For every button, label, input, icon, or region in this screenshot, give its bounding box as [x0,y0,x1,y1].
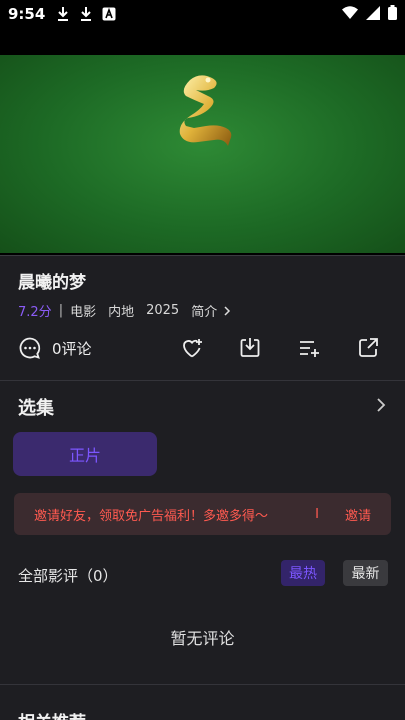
invite-banner[interactable]: 邀请好友，领取免广告福利！多邀多得～ I 邀请 [14,493,391,535]
empty-reviews-text: 暂无评论 [170,629,235,648]
invite-text: 邀请好友，领取免广告福利！多邀多得～ [34,508,269,524]
movie-meta: 7.2分 | 电影 内地 2025 简介 [18,301,233,320]
app-badge-icon [101,6,117,22]
dragon-logo [179,75,232,146]
comment-icon [19,337,41,359]
wifi-icon [342,5,358,24]
comments-button[interactable]: 0评论 [18,334,92,362]
movie-genre: 电影 [70,305,97,320]
download-icon [78,6,94,22]
signal-icon [366,5,380,24]
status-time: 9:54 [8,5,46,23]
meta-separator: | [58,303,64,318]
tab-newest[interactable]: 最新 [343,560,388,586]
movie-info: 晨曦的梦 7.2分 | 电影 内地 2025 简介 0评论 [0,255,405,380]
download-button[interactable] [238,334,262,362]
divider [0,684,405,685]
share-icon [359,338,378,357]
download-icon [55,6,71,22]
status-bar: 9:54 [0,0,405,28]
invite-link[interactable]: 邀请 [345,505,371,524]
divider [0,380,405,381]
related-title: 相关推荐 [18,708,86,720]
download-icon [240,338,260,357]
movie-year: 2025 [146,303,180,318]
video-player[interactable] [0,28,405,255]
action-bar: 0评论 [0,334,405,370]
episodes-title: 选集 [18,398,54,419]
add-to-list-button[interactable] [297,334,321,362]
intro-label: 简介 [191,305,218,320]
chevron-right-icon [224,305,231,316]
chevron-right-icon[interactable] [372,396,390,414]
reviews-title: 全部影评（0） [18,567,118,585]
comments-count: 0评论 [52,339,92,358]
tab-hottest[interactable]: 最热 [281,560,325,586]
movie-score: 7.2分 [18,305,52,320]
movie-title: 晨曦的梦 [18,273,86,293]
add-to-list-icon [300,341,319,357]
episode-button[interactable]: 正片 [13,432,157,476]
movie-region: 内地 [108,305,135,320]
banner-separator: I [315,506,319,522]
battery-icon [388,4,397,24]
share-button[interactable] [356,334,380,362]
favorite-button[interactable] [180,334,204,362]
intro-link[interactable]: 简介 [191,301,233,320]
favorite-icon [183,339,202,358]
